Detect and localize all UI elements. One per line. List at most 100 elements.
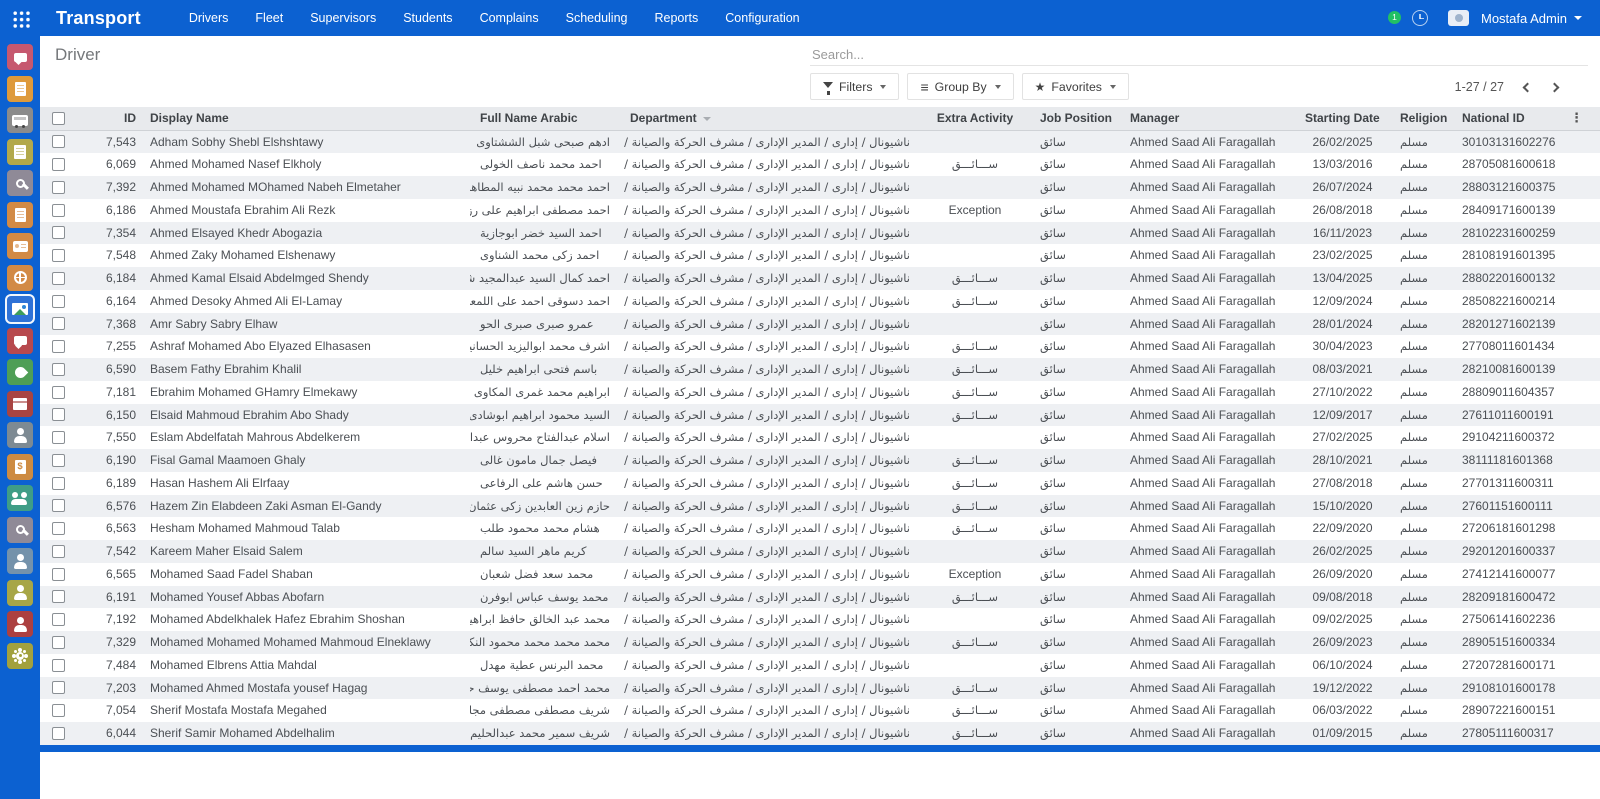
row-checkbox[interactable]: [52, 181, 65, 194]
driver-row[interactable]: 7,255Ashraf Mohamed Abo Elyazed Elhasase…: [40, 335, 1600, 358]
driver-row[interactable]: 7,543Adham Sobhy Shebl Elshshtawyادهم صب…: [40, 130, 1600, 153]
driver-row[interactable]: 6,186Ahmed Moustafa Ebrahim Ali Rezkاحمد…: [40, 199, 1600, 222]
select-all-checkbox[interactable]: [52, 112, 65, 125]
driver-row[interactable]: 7,392Ahmed Mohamed MOhamed Nabeh Elmetah…: [40, 176, 1600, 199]
row-checkbox[interactable]: [52, 454, 65, 467]
menu-item-students[interactable]: Students: [403, 11, 452, 25]
row-checkbox[interactable]: [52, 590, 65, 603]
driver-row[interactable]: 6,069Ahmed Mohamed Nasef Elkholyاحمد محم…: [40, 153, 1600, 176]
sidebar-app-head-hunt[interactable]: [7, 517, 33, 543]
sidebar-app-sponsorship[interactable]: [7, 359, 33, 385]
row-checkbox[interactable]: [52, 704, 65, 717]
activities-button[interactable]: [1412, 10, 1428, 26]
row-checkbox[interactable]: [52, 386, 65, 399]
column-header-department[interactable]: Department: [620, 107, 920, 130]
column-header-full-name-arabic[interactable]: Full Name Arabic: [470, 107, 620, 130]
sidebar-app-resignations[interactable]: [7, 611, 33, 637]
row-checkbox[interactable]: [52, 340, 65, 353]
driver-row[interactable]: 6,044Sherif Samir Mohamed Abdelhalimشريف…: [40, 722, 1600, 745]
column-header-manager[interactable]: Manager: [1120, 107, 1295, 130]
sidebar-app-payroll[interactable]: [7, 454, 33, 480]
driver-row[interactable]: 6,563Hesham Mohamed Mahmoud Talabهشام مح…: [40, 517, 1600, 540]
driver-row[interactable]: 6,150Elsaid Mahmoud Ebrahim Abo Shadyالس…: [40, 404, 1600, 427]
column-header-national-id[interactable]: National ID: [1460, 107, 1560, 130]
menu-item-supervisors[interactable]: Supervisors: [310, 11, 376, 25]
sidebar-app-messaging[interactable]: [7, 44, 33, 70]
row-checkbox[interactable]: [52, 317, 65, 330]
optional-columns-button[interactable]: ⋮: [1560, 107, 1600, 130]
row-checkbox[interactable]: [52, 568, 65, 581]
sidebar-app-checklist[interactable]: [7, 139, 33, 165]
driver-row[interactable]: 7,484Mohamed Elbrens Attia Mahdalمحمد ال…: [40, 654, 1600, 677]
row-checkbox[interactable]: [52, 158, 65, 171]
row-checkbox[interactable]: [52, 477, 65, 490]
menu-item-fleet[interactable]: Fleet: [255, 11, 283, 25]
driver-row[interactable]: 6,164Ahmed Desoky Ahmed Ali El-Lamayاحمد…: [40, 290, 1600, 313]
column-header-id[interactable]: ID: [76, 107, 140, 130]
user-avatar[interactable]: [1448, 10, 1469, 26]
row-checkbox[interactable]: [52, 681, 65, 694]
driver-row[interactable]: 7,368Amr Sabry Sabry Elhawعمرو صبرى صبرى…: [40, 313, 1600, 336]
row-checkbox[interactable]: [52, 613, 65, 626]
column-header-display-name[interactable]: Display Name: [140, 107, 470, 130]
row-checkbox[interactable]: [52, 545, 65, 558]
sidebar-app-transport[interactable]: [7, 296, 33, 322]
sidebar-app-website[interactable]: [7, 265, 33, 291]
apps-menu-button[interactable]: [0, 0, 40, 36]
sidebar-app-teams[interactable]: [7, 485, 33, 511]
column-header-starting-date[interactable]: Starting Date: [1295, 107, 1390, 130]
row-checkbox[interactable]: [52, 727, 65, 740]
row-checkbox[interactable]: [52, 431, 65, 444]
sidebar-app-planning[interactable]: [7, 76, 33, 102]
sidebar-app-settings[interactable]: [7, 643, 33, 669]
driver-row[interactable]: 7,550Eslam Abdelfatah Mahrous Abdelkerem…: [40, 426, 1600, 449]
sidebar-app-audit-search[interactable]: [7, 170, 33, 196]
row-checkbox[interactable]: [52, 363, 65, 376]
horizontal-scrollbar[interactable]: [40, 745, 1600, 752]
driver-row[interactable]: 6,590Basem Fathy Ebrahim Khalilباسم فتحى…: [40, 358, 1600, 381]
driver-row[interactable]: 7,329Mohamed Mohamed Mohamed Mahmoud Eln…: [40, 631, 1600, 654]
driver-row[interactable]: 6,190Fisal Gamal Maamoen Ghalyفيصل جمال …: [40, 449, 1600, 472]
driver-row[interactable]: 6,189Hasan Hashem Ali Elrfaayحسن هاشم عل…: [40, 472, 1600, 495]
row-checkbox[interactable]: [52, 659, 65, 672]
driver-row[interactable]: 6,184Ahmed Kamal Elsaid Abdelmged Shendy…: [40, 267, 1600, 290]
sidebar-app-employees[interactable]: [7, 422, 33, 448]
favorites-button[interactable]: ★ Favorites: [1022, 73, 1129, 100]
menu-item-scheduling[interactable]: Scheduling: [566, 11, 628, 25]
row-checkbox[interactable]: [52, 295, 65, 308]
row-checkbox[interactable]: [52, 522, 65, 535]
row-checkbox[interactable]: [52, 135, 65, 148]
user-menu[interactable]: Mostafa Admin: [1481, 11, 1582, 26]
row-checkbox[interactable]: [52, 249, 65, 262]
driver-row[interactable]: 7,192Mohamed Abdelkhalek Hafez Ebrahim S…: [40, 608, 1600, 631]
sidebar-app-inventory[interactable]: [7, 391, 33, 417]
menu-item-configuration[interactable]: Configuration: [725, 11, 799, 25]
app-brand[interactable]: Transport: [56, 8, 141, 29]
menu-item-reports[interactable]: Reports: [654, 11, 698, 25]
driver-row[interactable]: 7,181Ebrahim Mohamed GHamry Elmekawyابرا…: [40, 381, 1600, 404]
driver-row[interactable]: 7,542Kareem Maher Elsaid Salemكريم ماهر …: [40, 540, 1600, 563]
row-checkbox[interactable]: [52, 636, 65, 649]
driver-row[interactable]: 6,565Mohamed Saad Fadel Shabanمحمد سعد ف…: [40, 563, 1600, 586]
driver-row[interactable]: 7,054Sherif Mostafa Mostafa Megahedشريف …: [40, 699, 1600, 722]
menu-item-drivers[interactable]: Drivers: [189, 11, 229, 25]
search-input[interactable]: [810, 44, 1588, 66]
menu-item-complains[interactable]: Complains: [480, 11, 539, 25]
driver-row[interactable]: 7,548Ahmed Zaky Mohamed Elshenawyاحمد زك…: [40, 244, 1600, 267]
column-header-extra-activity[interactable]: Extra Activity: [920, 107, 1030, 130]
row-checkbox[interactable]: [52, 204, 65, 217]
row-checkbox[interactable]: [52, 272, 65, 285]
group-by-button[interactable]: ≡ Group By: [907, 73, 1013, 100]
driver-row[interactable]: 6,191Mohamed Yousef Abbas Abofarnمحمد يو…: [40, 586, 1600, 609]
sidebar-app-attendance[interactable]: [7, 548, 33, 574]
pager-prev-button[interactable]: [1523, 82, 1533, 92]
column-header-religion[interactable]: Religion: [1390, 107, 1460, 130]
pager-next-button[interactable]: [1550, 82, 1560, 92]
sidebar-app-approvals[interactable]: [7, 580, 33, 606]
driver-row[interactable]: 6,576Hazem Zin Elabdeen Zaki Asman El-Ga…: [40, 495, 1600, 518]
driver-row[interactable]: 7,203Mohamed Ahmed Mostafa yousef Hagagم…: [40, 677, 1600, 700]
sidebar-app-documents[interactable]: [7, 202, 33, 228]
sidebar-app-fleet[interactable]: [7, 107, 33, 133]
row-checkbox[interactable]: [52, 499, 65, 512]
row-checkbox[interactable]: [52, 408, 65, 421]
